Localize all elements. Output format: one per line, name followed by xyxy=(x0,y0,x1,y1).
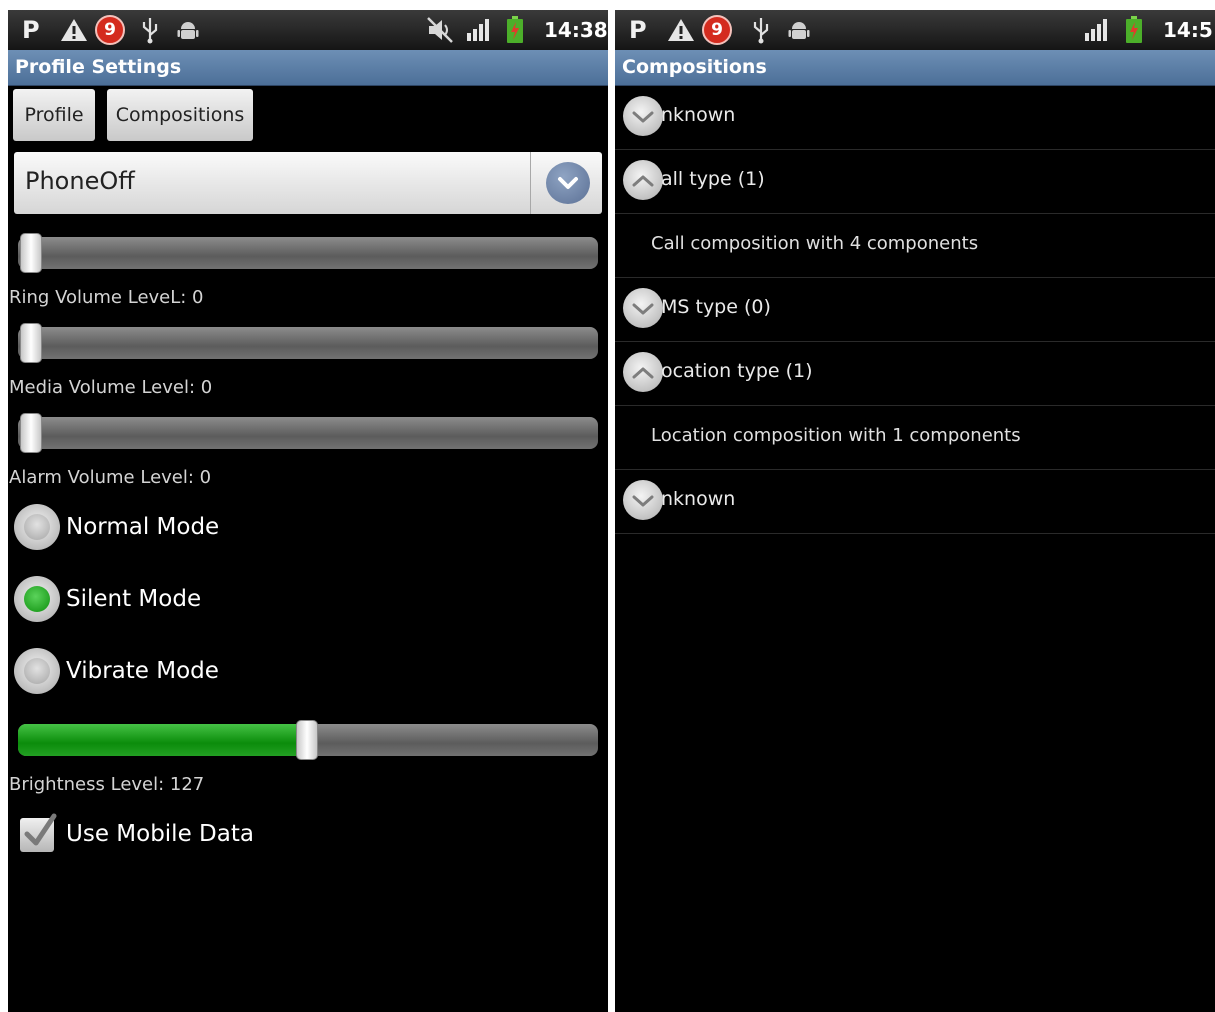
warning-icon xyxy=(60,16,88,44)
battery-charging-icon xyxy=(506,16,524,44)
spinner-divider xyxy=(530,152,531,214)
normal-mode-label[interactable]: Normal Mode xyxy=(66,514,219,540)
group-row[interactable]: nknown xyxy=(615,86,1215,150)
signal-icon xyxy=(465,16,493,44)
chevron-down-icon[interactable] xyxy=(623,96,663,136)
chevron-up-icon[interactable] xyxy=(623,352,663,392)
brightness-fill xyxy=(18,724,307,756)
silent-mode-label[interactable]: Silent Mode xyxy=(66,586,201,612)
child-row[interactable]: Location composition with 1 components xyxy=(615,406,1215,470)
parking-p-icon: P xyxy=(22,16,40,44)
status-time: 14:51 xyxy=(1163,18,1215,42)
notification-badge-icon: 9 xyxy=(702,15,732,45)
tab-compositions[interactable]: Compositions xyxy=(107,89,253,141)
android-debug-icon xyxy=(787,16,811,44)
group-row[interactable]: MS type (0) xyxy=(615,278,1215,342)
group-row[interactable]: nknown xyxy=(615,470,1215,534)
signal-icon xyxy=(1083,16,1111,44)
chevron-down-icon[interactable] xyxy=(623,288,663,328)
media-volume-label: Media Volume Level: 0 xyxy=(9,377,213,398)
media-volume-thumb[interactable] xyxy=(20,323,42,363)
media-volume-slider[interactable] xyxy=(18,323,598,363)
status-bar: P 9 14:38 xyxy=(8,10,608,50)
title-bar: Compositions xyxy=(615,50,1215,86)
group-row[interactable]: ocation type (1) xyxy=(615,342,1215,406)
profile-settings-screen: P 9 14:38 Profile Settings Profile Compo… xyxy=(8,10,608,1012)
vibrate-mode-radio[interactable] xyxy=(14,648,60,694)
ring-volume-slider[interactable] xyxy=(18,233,598,273)
profile-spinner-value: PhoneOff xyxy=(25,167,135,195)
battery-charging-icon xyxy=(1125,16,1143,44)
alarm-volume-thumb[interactable] xyxy=(20,413,42,453)
group-label: all type (1) xyxy=(661,168,765,190)
brightness-label: Brightness Level: 127 xyxy=(9,774,205,795)
normal-mode-radio[interactable] xyxy=(14,504,60,550)
mute-icon xyxy=(426,16,454,44)
ring-volume-thumb[interactable] xyxy=(20,233,42,273)
ring-volume-label: Ring Volume LeveL: 0 xyxy=(9,287,204,308)
chevron-up-icon[interactable] xyxy=(623,160,663,200)
group-label: MS type (0) xyxy=(661,296,771,318)
child-label: Call composition with 4 components xyxy=(651,233,979,254)
group-row[interactable]: all type (1) xyxy=(615,150,1215,214)
chevron-down-icon[interactable] xyxy=(623,480,663,520)
silent-mode-radio[interactable] xyxy=(14,576,60,622)
status-time: 14:38 xyxy=(544,18,608,42)
android-debug-icon xyxy=(176,16,200,44)
group-label: ocation type (1) xyxy=(661,360,813,382)
tab-profile[interactable]: Profile xyxy=(13,89,95,141)
group-label: nknown xyxy=(661,488,736,510)
alarm-volume-label: Alarm Volume Level: 0 xyxy=(9,467,212,488)
mobile-data-label[interactable]: Use Mobile Data xyxy=(66,821,254,847)
vibrate-mode-label[interactable]: Vibrate Mode xyxy=(66,658,219,684)
page-title: Compositions xyxy=(622,56,767,78)
child-row[interactable]: Call composition with 4 components xyxy=(615,214,1215,278)
parking-p-icon: P xyxy=(629,16,647,44)
profile-spinner[interactable]: PhoneOff xyxy=(14,152,602,214)
child-label: Location composition with 1 components xyxy=(651,425,1021,446)
brightness-thumb[interactable] xyxy=(296,720,318,760)
page-title: Profile Settings xyxy=(15,56,182,78)
brightness-slider[interactable] xyxy=(18,720,598,760)
title-bar: Profile Settings xyxy=(8,50,608,86)
alarm-volume-slider[interactable] xyxy=(18,413,598,453)
notification-badge-icon: 9 xyxy=(95,15,125,45)
warning-icon xyxy=(667,16,695,44)
status-bar: P 9 14:51 xyxy=(615,10,1215,50)
check-icon xyxy=(24,813,57,846)
usb-icon xyxy=(751,16,771,44)
chevron-down-icon[interactable] xyxy=(546,162,590,204)
compositions-screen: P 9 14:51 Compositions nknown all type (1… xyxy=(615,10,1215,1012)
group-label: nknown xyxy=(661,104,736,126)
mobile-data-checkbox[interactable] xyxy=(20,813,57,852)
usb-icon xyxy=(140,16,160,44)
